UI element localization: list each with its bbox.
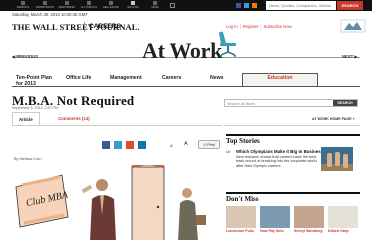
linkedin-share-icon[interactable] xyxy=(138,141,146,149)
promo-badge-icon[interactable] xyxy=(340,18,366,34)
section-title[interactable]: CAREERS xyxy=(89,23,121,30)
byline: By Melissa Korn xyxy=(14,157,42,161)
divider xyxy=(224,125,360,126)
dont-miss-thumb-4[interactable] xyxy=(328,206,358,228)
article-illustration: Club MBA xyxy=(12,165,226,240)
nav-rule xyxy=(12,86,360,87)
separator: | xyxy=(239,24,241,29)
person xyxy=(335,152,340,166)
google-share-icon[interactable] xyxy=(126,141,134,149)
top-stories-heading: Top Stories xyxy=(226,137,260,145)
site-search-button[interactable]: SEARCH xyxy=(337,1,363,10)
nav-item-education[interactable]: Education xyxy=(242,73,318,86)
dont-miss-heading: Don't Miss xyxy=(226,195,259,203)
blog-search-input[interactable]: Search At Work xyxy=(227,101,255,106)
site-link-realestate[interactable]: Real Estate xyxy=(100,1,122,9)
site-link-more[interactable]: More xyxy=(144,1,166,9)
rss-icon[interactable] xyxy=(252,3,257,8)
facebook-share-icon[interactable] xyxy=(102,141,110,149)
current-date: Saturday, March 30, 2013 10:20:45 GMT xyxy=(12,12,88,17)
top-nav-bar: Barron's MarketWatch SmartMoney All Thin… xyxy=(0,0,372,11)
article-date: September 5, 2012, 2:37 PM xyxy=(12,106,58,110)
nav-item-news[interactable]: News xyxy=(210,75,224,82)
text-larger-button[interactable]: A xyxy=(184,141,188,147)
more-icon xyxy=(153,1,157,5)
dont-miss-thumb-3[interactable] xyxy=(294,206,324,228)
allthingsd-icon xyxy=(87,1,91,5)
login-link[interactable]: Log In xyxy=(226,24,238,29)
dont-miss-caption-2[interactable]: How Pay Sets xyxy=(260,229,292,233)
nav-item-office-life[interactable]: Office Life xyxy=(66,75,91,82)
separator: | xyxy=(260,24,262,29)
dont-miss-caption-1[interactable]: Lululemon Pulls xyxy=(226,229,258,233)
smartmoney-icon xyxy=(65,1,69,5)
user-links: Log In | Register | Subscribe Now xyxy=(226,24,292,29)
tab-comments[interactable]: Comments (14) xyxy=(52,112,96,126)
dont-miss-caption-4[interactable]: Dilbert Strip xyxy=(328,229,360,233)
briefcase-icon xyxy=(196,215,206,225)
realestate-icon xyxy=(109,1,113,5)
previous-link[interactable]: ◀ PREVIOUS xyxy=(12,54,38,59)
print-button[interactable]: ⎙ Print xyxy=(198,140,220,149)
door xyxy=(131,165,165,240)
subscribe-link[interactable]: Subscribe Now xyxy=(263,24,291,29)
register-link[interactable]: Register xyxy=(243,24,259,29)
tab-rule xyxy=(12,125,222,126)
dont-miss-thumb-2[interactable] xyxy=(260,206,290,228)
expand-icon[interactable] xyxy=(170,3,175,8)
next-link[interactable]: NEXT ▶ xyxy=(342,54,358,59)
print-icon: ⎙ xyxy=(203,143,207,147)
site-link-allthingsd[interactable]: All Things D xyxy=(78,1,100,9)
barrons-icon xyxy=(21,1,25,5)
blog-title[interactable]: At Work xyxy=(142,38,222,64)
facebook-icon[interactable] xyxy=(236,3,241,8)
dont-miss-rule xyxy=(226,192,360,194)
blog-search: Search At Work SEARCH xyxy=(224,99,358,107)
top-story-thumbnail[interactable] xyxy=(321,147,353,171)
site-search-input[interactable]: News, Quotes, Companies, Videos xyxy=(266,1,336,10)
tab-article[interactable]: Article xyxy=(12,112,40,126)
chair-icon xyxy=(219,31,236,57)
top-story-summary: New research shows that careers have the… xyxy=(236,155,317,168)
twitter-share-icon[interactable] xyxy=(114,141,122,149)
top-stories-label: Ltr xyxy=(226,150,231,154)
divider xyxy=(84,22,85,32)
nav-item-careers[interactable]: Careers xyxy=(162,75,181,82)
person xyxy=(343,154,348,168)
nav-item-management[interactable]: Management xyxy=(110,75,142,82)
wsj-icon xyxy=(131,1,135,5)
site-link-wsj[interactable]: WSJ.com xyxy=(122,1,144,9)
text-smaller-button[interactable]: A xyxy=(170,143,173,148)
blog-search-button[interactable]: SEARCH xyxy=(333,100,357,106)
twitter-icon[interactable] xyxy=(244,3,249,8)
marketwatch-icon xyxy=(43,1,47,5)
site-link-barrons[interactable]: Barron's xyxy=(12,1,34,9)
dont-miss-caption-3[interactable]: Sheryl Sandberg xyxy=(294,229,326,233)
site-link-marketwatch[interactable]: MarketWatch xyxy=(34,1,56,9)
at-work-home-link[interactable]: AT WORK HOME PAGE » xyxy=(312,117,355,121)
site-link-smartmoney[interactable]: SmartMoney xyxy=(56,1,78,9)
dont-miss-thumb-1[interactable] xyxy=(226,206,256,228)
person xyxy=(327,153,332,167)
top-story-headline[interactable]: Which Olympians Make It Big In Business? xyxy=(236,149,326,154)
top-stories-rule xyxy=(226,134,360,136)
